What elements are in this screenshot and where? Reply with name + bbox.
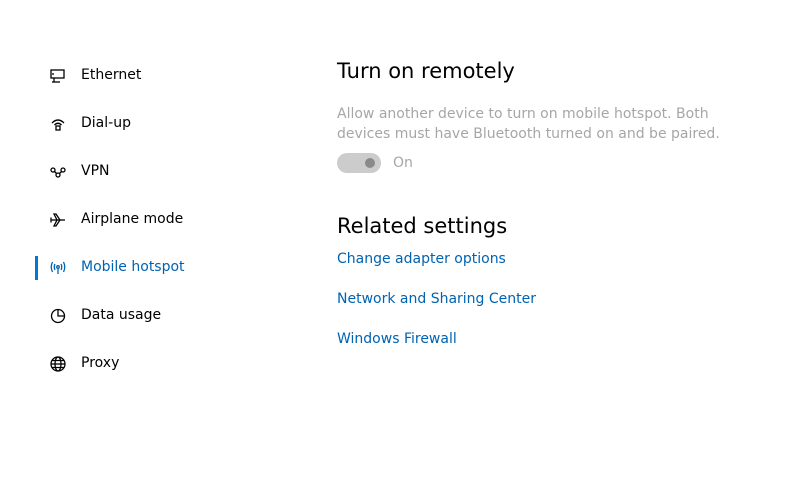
toggle-knob	[365, 158, 375, 168]
sidebar-item-label: Airplane mode	[81, 211, 184, 227]
vpn-icon	[48, 162, 68, 182]
ethernet-icon	[48, 66, 68, 86]
link-change-adapter-options[interactable]: Change adapter options	[337, 249, 777, 269]
sidebar-item-label: Dial-up	[81, 115, 131, 131]
remote-toggle-switch[interactable]	[337, 153, 381, 173]
sidebar-item-mobile-hotspot[interactable]: Mobile hotspot	[0, 244, 300, 292]
related-links: Change adapter options Network and Shari…	[337, 249, 777, 349]
hotspot-icon	[48, 258, 68, 278]
toggle-state-label: On	[393, 155, 413, 171]
sidebar-item-dial-up[interactable]: Dial-up	[0, 100, 300, 148]
section-title-related-settings: Related settings	[337, 214, 508, 238]
sidebar-item-vpn[interactable]: VPN	[0, 148, 300, 196]
remote-toggle-row: On	[337, 152, 777, 174]
link-windows-firewall[interactable]: Windows Firewall	[337, 329, 777, 349]
data-usage-icon	[48, 306, 68, 326]
sidebar-item-data-usage[interactable]: Data usage	[0, 292, 300, 340]
sidebar-nav: Ethernet Dial-up VPN Airplane mode Mobil…	[0, 52, 300, 388]
sidebar-item-label: Mobile hotspot	[81, 259, 185, 275]
link-network-and-sharing-center[interactable]: Network and Sharing Center	[337, 289, 777, 309]
dialup-icon	[48, 114, 68, 134]
settings-page: Ethernet Dial-up VPN Airplane mode Mobil…	[0, 0, 800, 477]
sidebar-item-label: VPN	[81, 163, 110, 179]
section-title-turn-on-remotely: Turn on remotely	[337, 59, 515, 83]
sidebar-item-label: Data usage	[81, 307, 162, 323]
selection-indicator	[35, 256, 38, 280]
globe-icon	[48, 354, 68, 374]
sidebar-item-label: Proxy	[81, 355, 120, 371]
airplane-icon	[48, 210, 68, 230]
sidebar-item-proxy[interactable]: Proxy	[0, 340, 300, 388]
sidebar-item-airplane-mode[interactable]: Airplane mode	[0, 196, 300, 244]
remote-description: Allow another device to turn on mobile h…	[337, 106, 720, 142]
sidebar-item-label: Ethernet	[81, 67, 142, 83]
sidebar-item-ethernet[interactable]: Ethernet	[0, 52, 300, 100]
main-content: Turn on remotely Allow another device to…	[337, 56, 777, 369]
